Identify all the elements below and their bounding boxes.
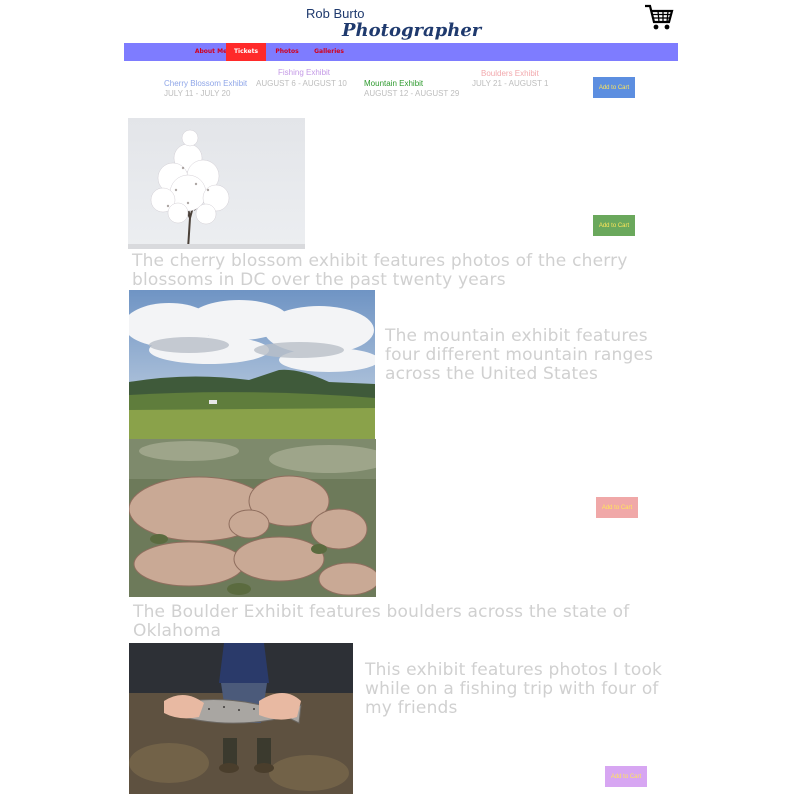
add-to-cart-button[interactable]: Add to Cart	[593, 215, 635, 236]
fishing-exhibit-description: This exhibit features photos I took whil…	[365, 660, 663, 718]
add-to-cart-button[interactable]: Add to Cart	[605, 766, 647, 787]
cherry-blossom-photo	[128, 118, 305, 249]
exhibit-dates: JULY 11 - JULY 20	[164, 89, 231, 98]
mountain-exhibit-description: The mountain exhibit features four diffe…	[385, 326, 654, 384]
exhibit-dates: AUGUST 12 - AUGUST 29	[364, 89, 460, 98]
exhibit-name: Cherry Blossom Exhibit	[164, 79, 248, 88]
fishing-photo	[129, 643, 353, 794]
nav-photos[interactable]: Photos	[274, 43, 300, 61]
mountain-photo	[129, 290, 375, 439]
site-owner-name: Rob Burto	[306, 6, 365, 21]
add-to-cart-button[interactable]: Add to Cart	[593, 77, 635, 98]
nav-galleries[interactable]: Galleries	[314, 43, 344, 61]
shopping-cart-icon[interactable]	[644, 2, 674, 32]
nav-tickets[interactable]: Tickets	[226, 43, 266, 61]
cherry-exhibit-description: The cherry blossom exhibit features phot…	[132, 251, 628, 290]
top-navbar: About Me Tickets Photos Galleries	[124, 43, 678, 61]
exhibit-boulders[interactable]: Boulders Exhibit JULY 21 - AUGUST 1	[472, 69, 548, 89]
exhibit-name: Boulders Exhibit	[481, 69, 539, 78]
add-to-cart-button[interactable]: Add to Cart	[596, 497, 638, 518]
exhibit-dates: JULY 21 - AUGUST 1	[472, 79, 549, 88]
nav-about-me[interactable]: About Me	[194, 43, 228, 61]
exhibit-mountain[interactable]: Mountain Exhibit AUGUST 12 - AUGUST 29	[364, 79, 459, 99]
exhibit-name: Mountain Exhibit	[364, 79, 424, 88]
site-title: Photographer	[342, 20, 482, 41]
exhibit-fishing[interactable]: Fishing Exhibit AUGUST 6 - AUGUST 10	[256, 68, 347, 89]
exhibit-dates: AUGUST 6 - AUGUST 10	[256, 79, 347, 88]
exhibit-name: Fishing Exhibit	[278, 68, 331, 77]
exhibit-cherry-blossom[interactable]: Cherry Blossom Exhibit JULY 11 - JULY 20	[164, 79, 247, 99]
boulder-exhibit-description: The Boulder Exhibit features boulders ac…	[133, 602, 630, 641]
boulder-photo	[129, 439, 376, 597]
